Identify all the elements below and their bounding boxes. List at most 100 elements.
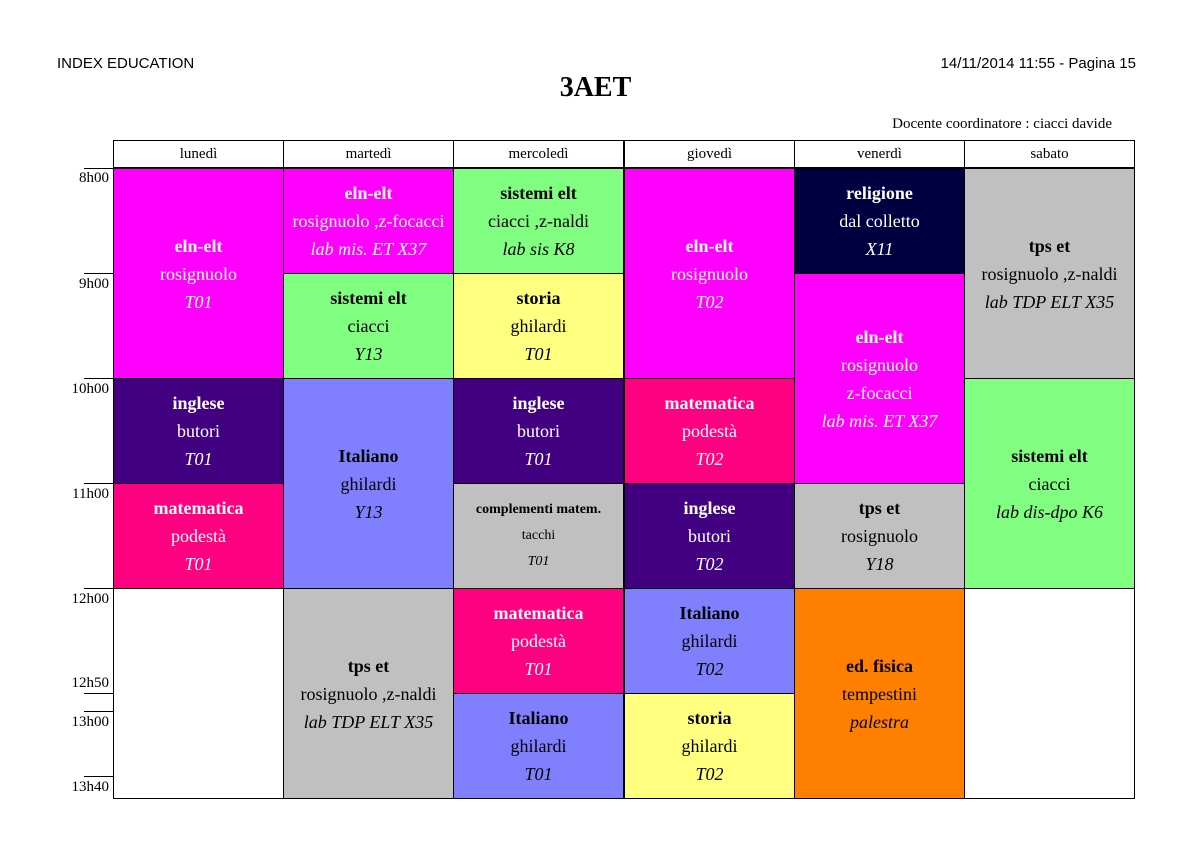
subject-label: eln-elt [685,235,734,256]
lesson-block: religione dal colletto X11 [794,168,965,274]
class-title: 3AET [559,72,632,103]
time-tick [84,776,113,777]
subject-label: ed. fisica [846,655,913,676]
lesson-block: storia ghilardi T01 [453,273,624,379]
empty-slot [964,588,1135,799]
subject-label: sistemi elt [1011,445,1088,466]
teacher-label: butori [517,421,560,441]
room-label: T02 [695,659,724,679]
subject-label: matematica [493,603,584,623]
print-date-page: 14/11/2014 11:55 - Pagina 15 [940,55,1136,72]
subject-label: religione [846,183,913,203]
teacher-label: ciacci ,z-naldi [488,211,589,231]
time-tick [84,273,113,274]
lesson-block: tps et rosignuolo ,z-naldi lab TDP ELT X… [964,168,1135,379]
subject-label: Italiano [508,708,569,728]
time-label: 12h00 [71,591,110,607]
teacher-label: rosignuolo ,z-naldi [300,683,437,704]
teacher-label: rosignuolo ,z-focacci [292,211,445,231]
room-label: T02 [695,764,724,784]
room-label: Y13 [354,344,383,364]
room-label: Y18 [865,554,894,574]
room-label: T01 [184,291,213,312]
empty-slot [113,588,284,799]
lesson-block: eln-elt rosignuolo T01 [113,168,284,379]
teacher-label: tempestini [842,683,917,704]
room-label: T01 [184,449,213,469]
time-label: 10h00 [71,381,110,397]
room-label: X11 [865,239,894,259]
time-label: 13h00 [71,714,110,730]
lesson-block: complementi matem. tacchi T01 [453,483,624,589]
time-tick [84,168,113,169]
teacher-label: ghilardi [510,736,567,756]
teacher-label: rosignuolo [840,354,918,375]
teacher-label: rosignuolo [159,263,237,284]
subject-label: sistemi elt [500,183,577,203]
room-label: Y13 [354,501,383,522]
subject-label: inglese [683,498,736,518]
room-label: lab TDP ELT X35 [984,291,1115,312]
time-label: 11h00 [72,486,109,502]
teacher-label: podestà [511,631,566,651]
timetable-grid: lunedì martedì mercoledì giovedì venerdì… [113,140,1135,799]
subject-label: inglese [512,393,565,413]
room-label: T01 [184,554,213,574]
subject-label: matematica [664,393,755,413]
time-tick [84,711,113,712]
room-label: T01 [524,449,553,469]
subject-label: complementi matem. [475,502,602,517]
subject-label: eln-elt [174,235,223,256]
lesson-block: Italiano ghilardi Y13 [283,378,454,589]
lesson-block: ed. fisica tempestini palestra [794,588,965,799]
lesson-block: inglese butori T02 [624,483,795,589]
time-tick [84,378,113,379]
subject-label: Italiano [679,603,740,623]
teacher-label: butori [688,526,731,546]
teacher-label: z-focacci [846,382,913,403]
teacher-label: ghilardi [510,316,567,336]
lesson-block: matematica podestà T01 [453,588,624,694]
teacher-label: ghilardi [681,736,738,756]
lesson-block: inglese butori T01 [113,378,284,484]
teacher-label: ciacci [1028,473,1071,494]
room-label: T02 [695,554,724,574]
subject-label: tps et [347,655,390,676]
lesson-block: eln-elt rosignuolo T02 [624,168,795,379]
time-tick [84,588,113,589]
coordinator-label: Docente coordinatore : ciacci davide [892,116,1112,132]
subject-label: eln-elt [344,183,393,203]
room-label: T02 [695,449,724,469]
room-label: T02 [695,291,724,312]
time-tick [84,693,113,694]
lesson-block: inglese butori T01 [453,378,624,484]
time-tick [84,483,113,484]
room-label: T01 [524,344,553,364]
room-label: T01 [527,554,550,569]
subject-label: storia [516,288,561,308]
subject-label: sistemi elt [330,288,407,308]
lesson-block: eln-elt rosignuolo ,z-focacci lab mis. E… [283,168,454,274]
subject-label: eln-elt [855,326,904,347]
room-label: lab dis-dpo K6 [995,501,1103,522]
room-label: T01 [524,659,553,679]
lesson-block: sistemi elt ciacci ,z-naldi lab sis K8 [453,168,624,274]
teacher-label: rosignuolo [670,263,748,284]
lesson-block: sistemi elt ciacci lab dis-dpo K6 [964,378,1135,589]
lesson-block: Italiano ghilardi T01 [453,693,624,799]
publisher-label: INDEX EDUCATION [57,55,195,72]
lesson-block: matematica podestà T01 [113,483,284,589]
teacher-label: ghilardi [340,473,397,494]
subject-label: inglese [172,393,225,413]
lesson-block: Italiano ghilardi T02 [624,588,795,694]
subject-label: Italiano [338,445,399,466]
teacher-label: podestà [171,526,226,546]
day-header-giovedi: giovedì [624,140,795,168]
lesson-block: sistemi elt ciacci Y13 [283,273,454,379]
subject-label: storia [687,708,732,728]
room-label: lab TDP ELT X35 [303,711,434,732]
day-header-martedi: martedì [283,140,454,168]
day-header-venerdi: venerdì [794,140,965,168]
teacher-label: ciacci [347,316,390,336]
day-header-mercoledi: mercoledì [453,140,624,168]
